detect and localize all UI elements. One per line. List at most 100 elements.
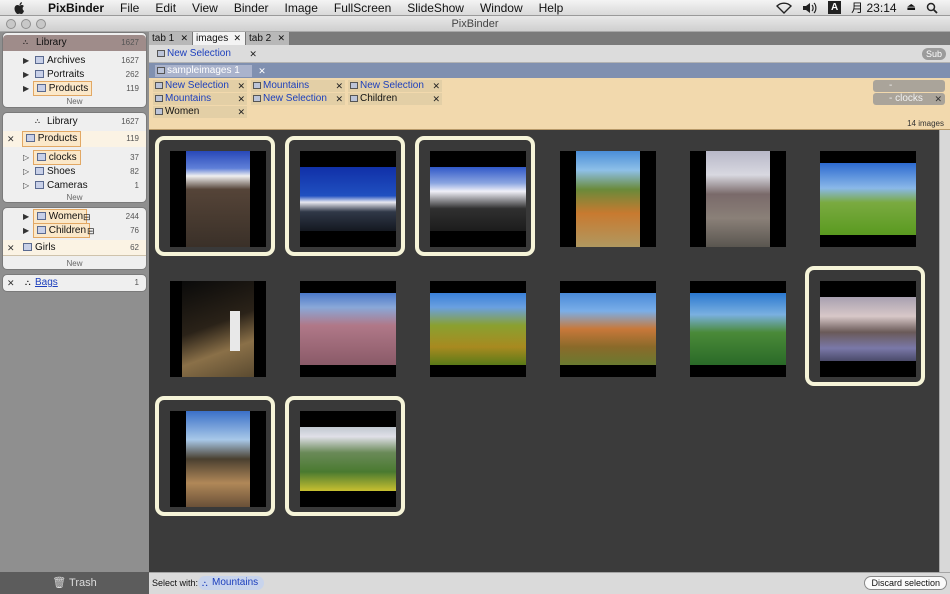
minimize-window-button[interactable] bbox=[21, 19, 31, 29]
tab-images[interactable]: images ✕ bbox=[193, 32, 246, 45]
menu-edit[interactable]: Edit bbox=[147, 0, 184, 16]
sidebar-item-clocks[interactable]: ▷ clocks 37 bbox=[3, 150, 146, 165]
disclosure-triangle-icon[interactable]: ▶ bbox=[23, 82, 29, 96]
eject-icon[interactable]: ⏏ bbox=[907, 2, 916, 13]
image-cell[interactable] bbox=[285, 266, 405, 386]
sidebar-item-children[interactable]: ▶ Children ⊟ 76 bbox=[3, 223, 146, 238]
filter-chip[interactable]: Mountains ✕ bbox=[251, 80, 345, 92]
sidebar-item-products[interactable]: ▶ Products 119 bbox=[3, 81, 146, 96]
exclude-chip[interactable]: - Products✕ bbox=[873, 80, 945, 103]
sidebar-item-girls[interactable]: ✕ Girls 62 bbox=[3, 240, 146, 256]
minus-icon[interactable]: ⊟ bbox=[87, 224, 95, 238]
volume-icon[interactable] bbox=[802, 2, 818, 14]
image-cell[interactable] bbox=[545, 136, 665, 256]
thumbnail-mountain-flowers bbox=[170, 151, 266, 247]
menu-binder[interactable]: Binder bbox=[226, 0, 277, 16]
sidebar-item-count: 82 bbox=[130, 167, 139, 176]
image-cell[interactable] bbox=[155, 266, 275, 386]
menu-help[interactable]: Help bbox=[531, 0, 572, 16]
disclosure-triangle-icon[interactable]: ▶ bbox=[23, 224, 29, 238]
exclude-chip[interactable]: - clocks ✕ bbox=[873, 93, 945, 105]
sidebar-item-label: Products bbox=[37, 133, 78, 144]
discard-selection-button[interactable]: Discard selection bbox=[864, 576, 947, 590]
image-cell[interactable] bbox=[675, 266, 795, 386]
close-icon[interactable]: ✕ bbox=[934, 93, 942, 105]
new-binder-button[interactable]: New bbox=[3, 193, 146, 202]
image-cell[interactable] bbox=[285, 396, 405, 516]
menu-image[interactable]: Image bbox=[277, 0, 326, 16]
image-cell[interactable] bbox=[285, 136, 405, 256]
disclosure-triangle-icon[interactable]: ▶ bbox=[23, 68, 29, 82]
input-menu-icon[interactable]: A bbox=[828, 1, 842, 14]
disclosure-triangle-icon[interactable]: ▶ bbox=[23, 210, 29, 224]
library-row[interactable]: ⛬ Library 1627 bbox=[3, 115, 146, 129]
tab-1[interactable]: tab 1 ✕ bbox=[149, 32, 193, 45]
disclosure-triangle-icon[interactable]: ▷ bbox=[23, 151, 29, 165]
menu-app[interactable]: PixBinder bbox=[40, 0, 112, 16]
close-icon[interactable]: ✕ bbox=[335, 93, 343, 105]
minus-icon[interactable]: ⊟ bbox=[83, 210, 91, 224]
image-cell[interactable] bbox=[805, 266, 925, 386]
clock[interactable]: 月 23:14 bbox=[851, 0, 896, 16]
close-icon[interactable]: ✕ bbox=[249, 48, 257, 60]
close-icon[interactable]: ✕ bbox=[432, 80, 440, 92]
library-row[interactable]: ⛬ Library 1627 bbox=[3, 35, 146, 51]
disclosure-triangle-icon[interactable]: ▷ bbox=[23, 179, 29, 193]
image-cell[interactable] bbox=[415, 136, 535, 256]
close-tab-icon[interactable]: ✕ bbox=[180, 32, 188, 45]
close-icon[interactable]: ✕ bbox=[432, 93, 440, 105]
sidebar-item-label: Bags bbox=[35, 277, 58, 288]
close-tab-icon[interactable]: ✕ bbox=[277, 32, 285, 45]
zoom-window-button[interactable] bbox=[36, 19, 46, 29]
image-cell[interactable] bbox=[545, 266, 665, 386]
image-cell[interactable] bbox=[415, 266, 535, 386]
sidebar-item-archives[interactable]: ▶ Archives 1627 bbox=[3, 54, 146, 68]
vertical-scrollbar[interactable] bbox=[939, 130, 950, 572]
new-binder-button[interactable]: New bbox=[3, 97, 146, 106]
image-cell[interactable] bbox=[155, 396, 275, 516]
menu-fullscreen[interactable]: FullScreen bbox=[326, 0, 399, 16]
remove-icon[interactable]: ✕ bbox=[7, 131, 15, 147]
trash-button[interactable]: 🗑 Trash bbox=[0, 572, 149, 594]
close-icon[interactable]: ✕ bbox=[237, 80, 245, 92]
menu-window[interactable]: Window bbox=[472, 0, 531, 16]
sub-button[interactable]: Sub bbox=[921, 48, 946, 60]
close-icon[interactable]: ✕ bbox=[237, 106, 245, 118]
menu-file[interactable]: File bbox=[112, 0, 147, 16]
sidebar-item-cameras[interactable]: ▷ Cameras 1 bbox=[3, 179, 146, 193]
close-icon[interactable]: ✕ bbox=[335, 80, 343, 92]
spotlight-icon[interactable] bbox=[926, 2, 938, 14]
remove-icon[interactable]: ✕ bbox=[7, 240, 15, 256]
image-cell[interactable] bbox=[675, 136, 795, 256]
menu-slideshow[interactable]: SlideShow bbox=[399, 0, 472, 16]
wifi-icon[interactable] bbox=[776, 1, 793, 14]
disclosure-triangle-icon[interactable]: ▶ bbox=[23, 54, 29, 68]
menu-view[interactable]: View bbox=[184, 0, 226, 16]
close-icon[interactable]: ✕ bbox=[258, 65, 266, 77]
selection-chip[interactable]: New Selection ✕ bbox=[155, 48, 257, 60]
image-cell[interactable] bbox=[805, 136, 925, 256]
close-tab-icon[interactable]: ✕ bbox=[233, 32, 241, 45]
image-cell[interactable] bbox=[155, 136, 275, 256]
sidebar-item-shoes[interactable]: ▷ Shoes 82 bbox=[3, 165, 146, 179]
apple-icon[interactable] bbox=[12, 1, 28, 15]
new-binder-button[interactable]: New bbox=[3, 259, 146, 268]
filter-chip[interactable]: New Selection ✕ bbox=[153, 80, 247, 92]
filter-chip[interactable]: New Selection ✕ bbox=[348, 80, 442, 92]
remove-icon[interactable]: ✕ bbox=[7, 276, 15, 290]
close-window-button[interactable] bbox=[6, 19, 16, 29]
sidebar-item-products-root[interactable]: ✕ Products 119 bbox=[3, 131, 146, 147]
select-with-tag[interactable]: ⛬ Mountains bbox=[198, 576, 265, 590]
disclosure-triangle-icon[interactable]: ▷ bbox=[23, 165, 29, 179]
close-icon[interactable]: ✕ bbox=[237, 93, 245, 105]
filter-chip[interactable]: New Selection ✕ bbox=[251, 93, 345, 105]
sidebar-item-women[interactable]: ▶ Women ⊟ 244 bbox=[3, 209, 146, 224]
filter-chip[interactable]: Children ✕ bbox=[348, 93, 442, 105]
sidebar-item-portraits[interactable]: ▶ Portraits 262 bbox=[3, 68, 146, 82]
sidebar-item-bags[interactable]: ✕ ⛬ Bags 1 bbox=[3, 276, 146, 290]
source-chip[interactable]: sampleimages 1 ✕ bbox=[155, 65, 266, 77]
filter-chip[interactable]: Women ✕ bbox=[153, 106, 247, 118]
tab-2[interactable]: tab 2 ✕ bbox=[246, 32, 290, 45]
filter-chip[interactable]: Mountains ✕ bbox=[153, 93, 247, 105]
binder-icon bbox=[26, 134, 35, 143]
